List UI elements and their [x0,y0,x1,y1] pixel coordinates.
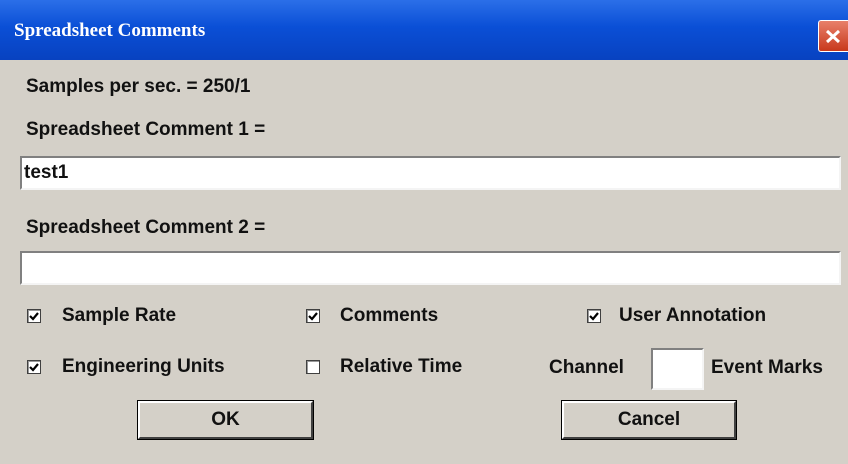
channel-input[interactable] [651,348,704,390]
relative-time-label: Relative Time [340,356,463,377]
relative-time-checkbox[interactable] [306,360,320,374]
close-button[interactable] [818,20,848,52]
channel-label: Channel [549,357,624,378]
cancel-button[interactable]: Cancel [561,400,737,440]
checkmark-icon [589,312,599,321]
comment2-input[interactable] [20,251,841,285]
checkmark-icon [29,363,39,372]
engineering-units-checkbox[interactable] [27,360,41,374]
comments-label: Comments [340,305,439,326]
comment1-label: Spreadsheet Comment 1 = [26,119,266,140]
sample-rate-label: Sample Rate [62,305,177,326]
checkmark-icon [308,312,318,321]
comment1-input[interactable]: test1 [20,156,841,190]
ok-button[interactable]: OK [137,400,314,440]
sample-rate-checkbox[interactable] [27,309,41,323]
title-bar: Spreadsheet Comments [0,0,848,60]
samples-per-sec-label: Samples per sec. = 250/1 [26,76,251,97]
comment2-label: Spreadsheet Comment 2 = [26,217,266,238]
window-title: Spreadsheet Comments [14,20,206,41]
checkmark-icon [29,312,39,321]
user-annotation-checkbox[interactable] [587,309,601,323]
event-marks-label: Event Marks [711,357,823,378]
close-icon [825,29,841,44]
engineering-units-label: Engineering Units [62,356,225,377]
user-annotation-label: User Annotation [619,305,767,326]
comments-checkbox[interactable] [306,309,320,323]
